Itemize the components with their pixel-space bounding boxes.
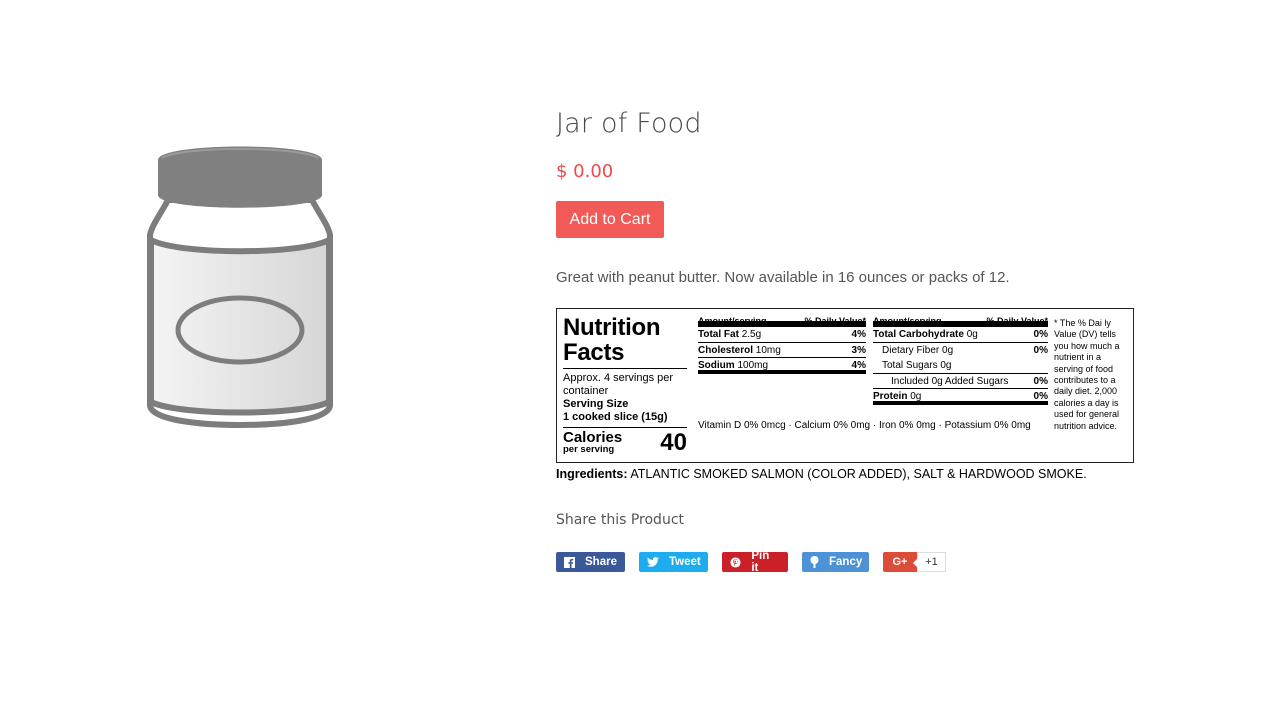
nutrient-row: Total Fat 2.5g 4% [698,327,866,343]
calories-value: 40 [660,429,687,456]
twitter-tweet-button[interactable]: Tweet [639,552,708,572]
ingredients-label: Ingredients: [556,467,628,481]
product-price: $ 0.00 [556,161,614,182]
pinterest-icon [730,556,741,568]
facebook-icon [564,556,575,568]
product-info: Jar of Food $ 0.00 Add to Cart Great wit… [556,105,1156,288]
ingredients: Ingredients: ATLANTIC SMOKED SALMON (COL… [556,467,1087,481]
product-description: Great with peanut butter. Now available … [556,269,1010,286]
fancy-icon [810,556,819,568]
header-amount: Amount/serving [698,316,767,326]
table-header: Amount/serving % Daily Value* [873,315,1048,327]
add-to-cart-button[interactable]: Add to Cart [556,201,664,238]
share-title: Share this Product [556,512,685,528]
nutrient-row: Total Carbohydrate 0g 0% [873,327,1048,343]
dv-footnote: * The % Dai ly Value (DV) tells you how … [1054,318,1120,431]
share-buttons: Share Tweet Pin it Fancy G+ +1 [556,550,946,574]
google-plus-icon: G+ [892,556,908,568]
header-dv: % Daily Value* [804,316,866,326]
fancy-button[interactable]: Fancy [802,552,869,572]
table-header: Amount/serving % Daily Value* [698,315,866,327]
nutrient-row: Dietary Fiber 0g 0% [882,344,1048,356]
calories-row: Calories per serving 40 [563,429,687,456]
ingredients-text: ATLANTIC SMOKED SALMON (COLOR ADDED), SA… [630,467,1087,481]
nutrition-heading-2: Facts [563,339,625,366]
serving-size-label: Serving Size [563,398,629,410]
twitter-icon [647,556,659,568]
nutrition-heading-1: Nutrition [563,314,661,341]
serving-size-value: 1 cooked slice (15g) [563,411,668,423]
nutrient-table-right: Amount/serving % Daily Value* Total Carb… [873,315,1048,405]
calories-sub: per serving [563,444,615,455]
product-image [140,140,340,435]
google-plus-widget: G+ +1 [883,552,946,572]
nutrient-row: Protein 0g 0% [873,389,1048,405]
nutrient-row: Cholesterol 10mg 3% [698,343,866,358]
header-amount: Amount/serving [873,316,942,326]
nutrient-row: Sodium 100mg 4% [698,358,866,374]
pinterest-pin-button[interactable]: Pin it [722,550,788,574]
servings-per-container: Approx. 4 servings per container [563,372,674,397]
header-dv: % Daily Value* [986,316,1048,326]
nutrition-summary: Nutrition Facts Approx. 4 servings per c… [563,315,687,455]
calories-label: Calories [563,429,623,446]
nutrition-facts-label: Nutrition Facts Approx. 4 servings per c… [556,308,1134,463]
google-plus-button[interactable]: G+ [883,552,917,572]
vitamins-line: Vitamin D 0% 0mcg · Calcium 0% 0mg · Iro… [698,420,1031,431]
facebook-share-button[interactable]: Share [556,552,625,572]
google-plus-count: +1 [913,552,946,572]
nutrient-row: Total Sugars 0g [873,358,1048,374]
jar-icon [147,146,333,429]
nutrient-row: Included 0g Added Sugars 0% [873,374,1048,389]
nutrient-table-left: Amount/serving % Daily Value* Total Fat … [698,315,866,374]
product-title: Jar of Food [556,108,702,139]
